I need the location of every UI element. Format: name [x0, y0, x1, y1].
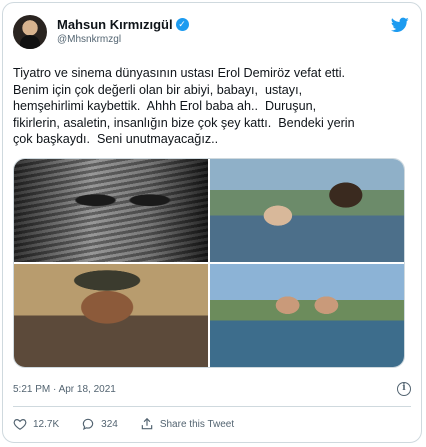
share-label: Share this Tweet [159, 418, 235, 430]
reply-bubble-icon [82, 418, 94, 431]
like-count: 12.7K [33, 418, 60, 430]
author-names: Mahsun Kırmızıgül ✓ @Mhsnkrmzgl [57, 17, 189, 45]
verified-badge-icon: ✓ [175, 18, 189, 31]
author-avatar[interactable] [13, 15, 47, 49]
tweet-actions: 12.7K 324 Share this Tweet [13, 415, 411, 433]
share-button[interactable]: Share this Tweet [140, 417, 234, 431]
tweet-header: Mahsun Kırmızıgül ✓ @Mhsnkrmzgl [13, 15, 411, 55]
tweet-timestamp[interactable]: 5:21 PM · Apr 18, 2021 [13, 384, 116, 395]
twitter-bird-icon[interactable] [391, 17, 409, 33]
divider [13, 406, 411, 407]
reply-button[interactable]: 324 [81, 417, 118, 431]
tweet-card: Mahsun Kırmızıgül ✓ @Mhsnkrmzgl Tiyatro … [2, 2, 422, 443]
author-display-name-row[interactable]: Mahsun Kırmızıgül ✓ [57, 17, 189, 32]
info-icon[interactable]: i [397, 382, 411, 396]
share-icon [141, 417, 153, 430]
tweet-media-grid [13, 158, 405, 368]
tweet-text: Tiyatro ve sinema dünyasının ustası Erol… [13, 66, 355, 146]
reply-count: 324 [101, 418, 118, 430]
author-display-name[interactable]: Mahsun Kırmızıgül [57, 17, 173, 32]
media-photo-2[interactable] [210, 159, 404, 262]
media-photo-1[interactable] [14, 159, 208, 262]
like-button[interactable]: 12.7K [13, 417, 59, 431]
media-photo-3[interactable] [14, 264, 208, 367]
media-photo-4[interactable] [210, 264, 404, 367]
author-handle[interactable]: @Mhsnkrmzgl [57, 34, 189, 45]
heart-icon [13, 419, 27, 430]
tweet-meta: 5:21 PM · Apr 18, 2021 i [13, 382, 411, 398]
